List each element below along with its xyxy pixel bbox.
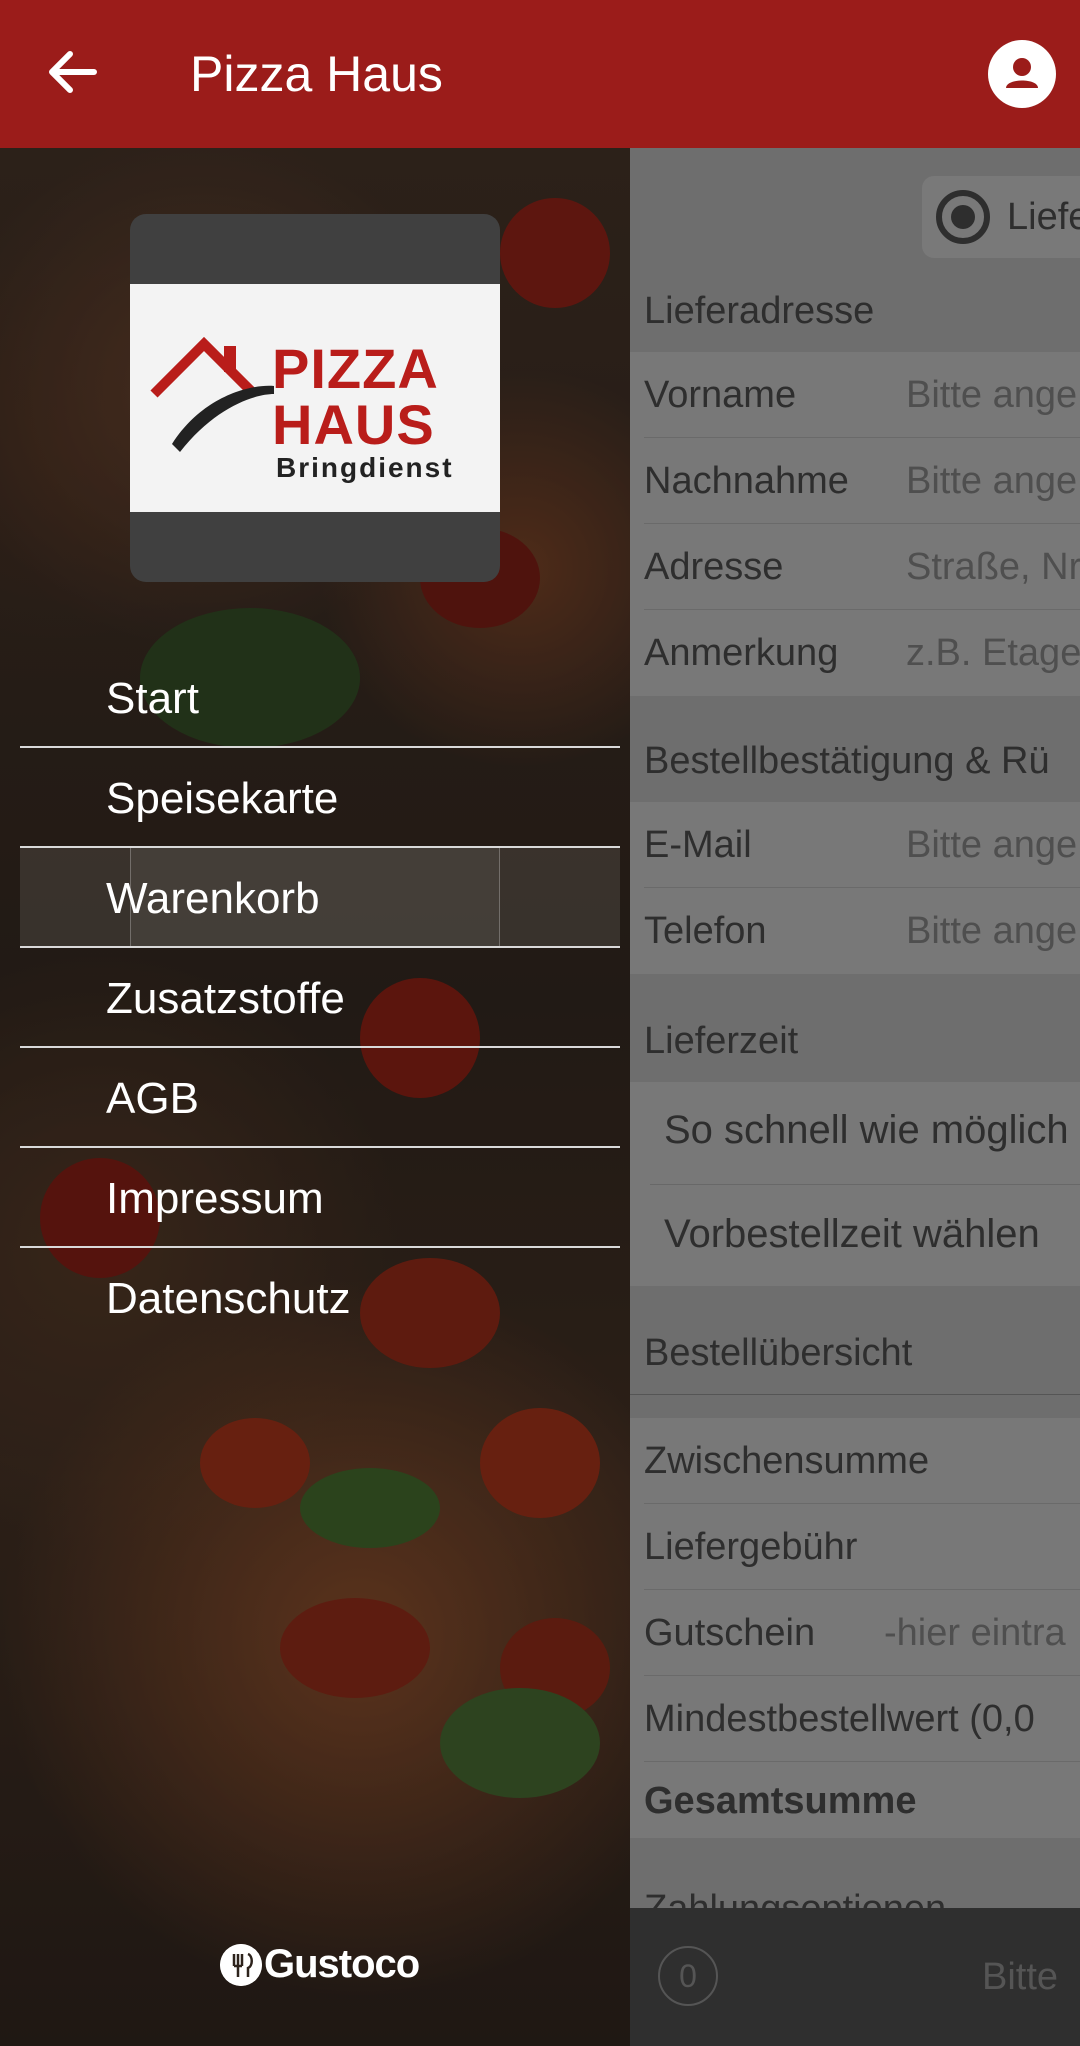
- house-logo-icon: [150, 336, 274, 452]
- divider: [630, 1394, 1080, 1395]
- menu-item-label: Datenschutz: [106, 1274, 351, 1323]
- lastname-input[interactable]: Bitte ange: [906, 460, 1077, 503]
- field-label: Nachnahme: [644, 460, 849, 502]
- divider: [650, 1184, 1080, 1185]
- checkout-bar[interactable]: 0 Bitte: [630, 1908, 1080, 2046]
- menu-item-speisekarte[interactable]: Speisekarte: [20, 748, 620, 848]
- checkout-button-label: Bitte: [982, 1956, 1059, 1998]
- total-label: Gesamtsumme: [644, 1780, 917, 1822]
- field-label: E-Mail: [644, 824, 752, 866]
- section-delivery-address: Lieferadresse: [644, 290, 875, 332]
- phone-input[interactable]: Bitte ange: [906, 910, 1077, 953]
- checkout-content: Liefe Lieferadresse Vorname Bitte ange N…: [630, 148, 1080, 2046]
- logo-line-3: Bringdienst: [276, 452, 454, 483]
- field-label: Vorname: [644, 374, 797, 416]
- menu-item-label: Zusatzstoffe: [106, 974, 345, 1023]
- field-label: Anmerkung: [644, 632, 839, 674]
- email-row[interactable]: E-Mail Bitte ange: [644, 802, 1080, 888]
- logo-line-2: HAUS: [272, 393, 435, 456]
- navigation-drawer: PIZZA HAUS Bringdienst Start Speisekarte…: [0, 148, 630, 2046]
- delivery-time-options: So schnell wie möglich Vorbestellzeit wä…: [630, 1082, 1080, 1286]
- radio-selected-icon[interactable]: [936, 190, 990, 244]
- firstname-row[interactable]: Vorname Bitte ange: [644, 352, 1080, 438]
- delivery-option-label: Liefe: [1007, 196, 1080, 238]
- address-input[interactable]: Straße, Nr: [906, 546, 1080, 589]
- section-confirmation: Bestellbestätigung & Rü: [644, 740, 1050, 782]
- menu-item-datenschutz[interactable]: Datenschutz: [20, 1248, 620, 1348]
- asap-option[interactable]: So schnell wie möglich: [664, 1108, 1069, 1153]
- field-label: Adresse: [644, 546, 784, 588]
- delivery-fee-row: Liefergebühr: [644, 1504, 1080, 1590]
- email-input[interactable]: Bitte ange: [906, 824, 1077, 867]
- subtotal-row: Zwischensumme: [644, 1418, 1080, 1504]
- menu-item-label: Start: [106, 674, 199, 723]
- delivery-fee-label: Liefergebühr: [644, 1526, 858, 1568]
- menu-item-impressum[interactable]: Impressum: [20, 1148, 620, 1248]
- menu-item-label: AGB: [106, 1074, 199, 1123]
- field-label: Telefon: [644, 910, 767, 952]
- order-overview: Zwischensumme Liefergebühr Gutschein -hi…: [630, 1418, 1080, 1838]
- address-form: Vorname Bitte ange Nachnahme Bitte ange …: [630, 352, 1080, 696]
- section-overview: Bestellübersicht: [644, 1332, 913, 1374]
- menu-item-label: Speisekarte: [106, 774, 339, 823]
- app-bar: Pizza Haus: [0, 0, 1080, 148]
- note-row[interactable]: Anmerkung z.B. Etage: [644, 610, 1080, 696]
- cart-count-badge: 0: [658, 1946, 718, 2006]
- page-title: Pizza Haus: [190, 46, 443, 102]
- gustoco-logo-icon: [220, 1944, 262, 1986]
- contact-form: E-Mail Bitte ange Telefon Bitte ange: [630, 802, 1080, 974]
- logo-plate: PIZZA HAUS Bringdienst: [130, 284, 500, 512]
- voucher-row[interactable]: Gutschein -hier eintra: [644, 1590, 1080, 1676]
- phone-row[interactable]: Telefon Bitte ange: [644, 888, 1080, 974]
- restaurant-logo: PIZZA HAUS Bringdienst: [130, 214, 500, 582]
- preorder-option[interactable]: Vorbestellzeit wählen: [664, 1212, 1040, 1257]
- menu-item-warenkorb[interactable]: Warenkorb: [20, 848, 620, 948]
- min-order-label: Mindestbestellwert (0,0: [644, 1698, 1035, 1740]
- menu-item-start[interactable]: Start: [20, 648, 620, 748]
- voucher-label: Gutschein: [644, 1612, 816, 1654]
- menu-item-label: Impressum: [106, 1174, 324, 1223]
- total-row: Gesamtsumme: [644, 1762, 1080, 1848]
- min-order-row: Mindestbestellwert (0,0: [644, 1676, 1080, 1762]
- note-input[interactable]: z.B. Etage: [906, 632, 1080, 675]
- subtotal-label: Zwischensumme: [644, 1440, 930, 1482]
- profile-button[interactable]: [988, 40, 1056, 108]
- brand-name: Gustoco: [264, 1942, 420, 1986]
- lastname-row[interactable]: Nachnahme Bitte ange: [644, 438, 1080, 524]
- menu-item-agb[interactable]: AGB: [20, 1048, 620, 1148]
- arrow-left-icon[interactable]: [40, 40, 104, 104]
- menu-item-zusatzstoffe[interactable]: Zusatzstoffe: [20, 948, 620, 1048]
- firstname-input[interactable]: Bitte ange: [906, 374, 1077, 417]
- voucher-input[interactable]: -hier eintra: [884, 1612, 1066, 1655]
- section-delivery-time: Lieferzeit: [644, 1020, 799, 1062]
- address-row[interactable]: Adresse Straße, Nr: [644, 524, 1080, 610]
- user-icon: [1006, 58, 1038, 88]
- menu-item-label: Warenkorb: [106, 874, 320, 923]
